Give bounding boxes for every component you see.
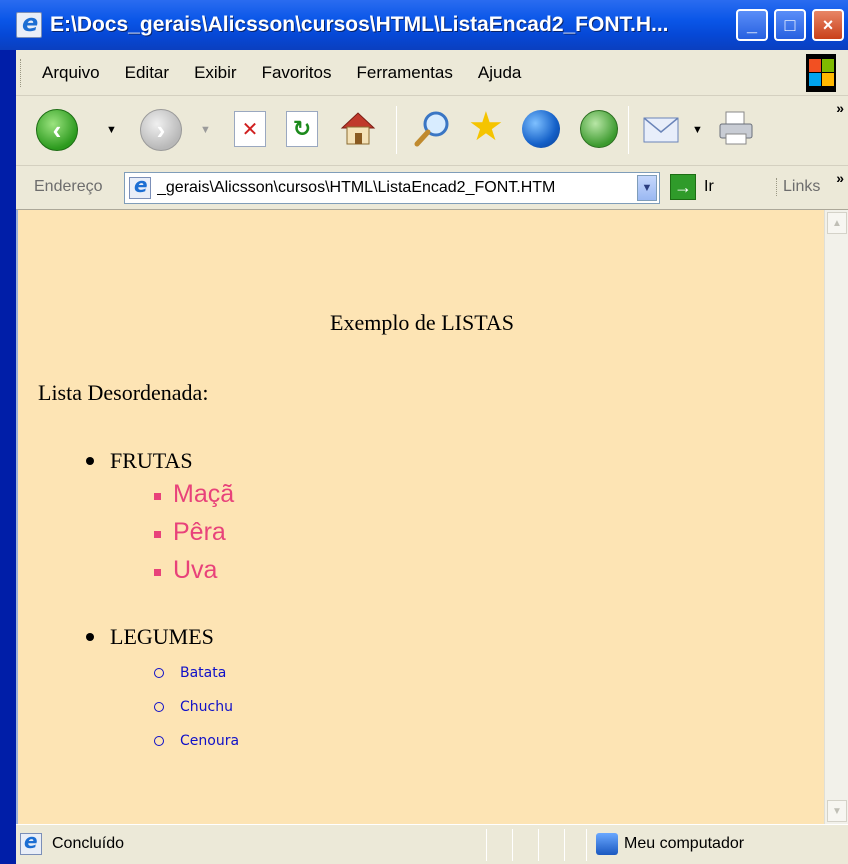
search-icon[interactable] <box>412 108 454 150</box>
favorites-icon[interactable]: ★ <box>468 106 504 148</box>
menu-ajuda[interactable]: Ajuda <box>478 63 521 83</box>
go-arrow-icon: → <box>670 174 696 200</box>
ie-page-icon <box>16 9 42 38</box>
status-text: Concluído <box>52 835 125 852</box>
vertical-scrollbar[interactable]: ▲ ▼ <box>824 210 848 824</box>
vegetable-label: Chuchu <box>180 699 233 715</box>
fruit-label: Maçã <box>173 480 235 508</box>
mail-dropdown[interactable]: ▼ <box>692 124 703 136</box>
circle-bullet-icon <box>154 702 164 712</box>
list-item: Pêra <box>154 518 226 547</box>
stop-icon[interactable]: ✕ <box>234 111 266 147</box>
square-bullet-icon <box>154 531 161 538</box>
back-icon[interactable]: ‹ <box>36 109 78 151</box>
vegetable-label: Batata <box>180 665 227 681</box>
disc-bullet-icon <box>86 633 94 641</box>
menu-bar: Arquivo Editar Exibir Favoritos Ferramen… <box>16 50 848 96</box>
print-icon[interactable] <box>716 108 756 148</box>
security-zone-label: Meu computador <box>624 835 745 852</box>
category-label: FRUTAS <box>110 448 193 473</box>
fruit-label: Pêra <box>173 518 226 546</box>
address-input[interactable]: _gerais\Alicsson\cursos\HTML\ListaEncad2… <box>157 179 637 197</box>
list-item: Cenoura <box>154 733 239 749</box>
close-button[interactable]: × <box>812 9 844 41</box>
links-button[interactable]: Links <box>776 178 820 196</box>
disc-bullet-icon <box>86 457 94 465</box>
go-label: Ir <box>704 178 714 195</box>
page-content: Exemplo de LISTAS Lista Desordenada: FRU… <box>16 210 824 824</box>
status-bar: Concluído Meu computador <box>16 824 848 864</box>
list-item-frutas: FRUTAS <box>86 448 193 474</box>
go-button[interactable]: → Ir <box>670 174 714 200</box>
scroll-down-icon[interactable]: ▼ <box>827 800 847 822</box>
standard-toolbar: ‹ ▼ › ▼ ✕ ↻ ★ ▼ » <box>16 96 848 166</box>
computer-zone-icon <box>596 833 618 855</box>
forward-icon[interactable]: › <box>140 109 182 151</box>
menu-editar[interactable]: Editar <box>125 63 169 83</box>
title-bar: E:\Docs_gerais\Alicsson\cursos\HTML\List… <box>0 0 848 50</box>
category-label: LEGUMES <box>110 624 214 649</box>
maximize-button[interactable]: □ <box>774 9 806 41</box>
square-bullet-icon <box>154 493 161 500</box>
back-history-dropdown[interactable]: ▼ <box>106 124 117 136</box>
circle-bullet-icon <box>154 736 164 746</box>
list-item: Chuchu <box>154 699 233 715</box>
toolbar-overflow-icon[interactable]: » <box>836 100 844 116</box>
square-bullet-icon <box>154 569 161 576</box>
fruit-label: Uva <box>173 556 218 584</box>
list-item: Batata <box>154 665 226 681</box>
address-field[interactable]: _gerais\Alicsson\cursos\HTML\ListaEncad2… <box>124 172 660 204</box>
address-dropdown-icon[interactable]: ▼ <box>637 175 657 201</box>
list-item: Uva <box>154 556 217 585</box>
menu-arquivo[interactable]: Arquivo <box>42 63 100 83</box>
scroll-up-icon[interactable]: ▲ <box>827 212 847 234</box>
toolbar-grip[interactable] <box>20 58 24 87</box>
list-caption: Lista Desordenada: <box>38 380 209 405</box>
vegetable-label: Cenoura <box>180 733 240 749</box>
list-item-legumes: LEGUMES <box>86 624 214 650</box>
circle-bullet-icon <box>154 668 164 678</box>
menu-ferramentas[interactable]: Ferramentas <box>357 63 453 83</box>
window-title: E:\Docs_gerais\Alicsson\cursos\HTML\List… <box>50 13 669 36</box>
windows-logo-icon <box>806 54 836 92</box>
page-title: Exemplo de LISTAS <box>330 310 514 335</box>
history-icon[interactable] <box>580 110 618 148</box>
media-icon[interactable] <box>522 110 560 148</box>
refresh-icon[interactable]: ↻ <box>286 111 318 147</box>
page-icon <box>129 173 151 199</box>
forward-history-dropdown[interactable]: ▼ <box>200 124 211 136</box>
menu-favoritos[interactable]: Favoritos <box>262 63 332 83</box>
list-item: Maçã <box>154 480 234 509</box>
mail-icon[interactable] <box>642 112 684 144</box>
ie-status-icon <box>20 829 42 855</box>
menu-exibir[interactable]: Exibir <box>194 63 237 83</box>
links-overflow-icon[interactable]: » <box>836 170 844 186</box>
address-label: Endereço <box>34 178 103 195</box>
address-bar: Endereço _gerais\Alicsson\cursos\HTML\Li… <box>16 166 848 210</box>
minimize-button[interactable]: _ <box>736 9 768 41</box>
home-icon[interactable] <box>338 108 378 148</box>
